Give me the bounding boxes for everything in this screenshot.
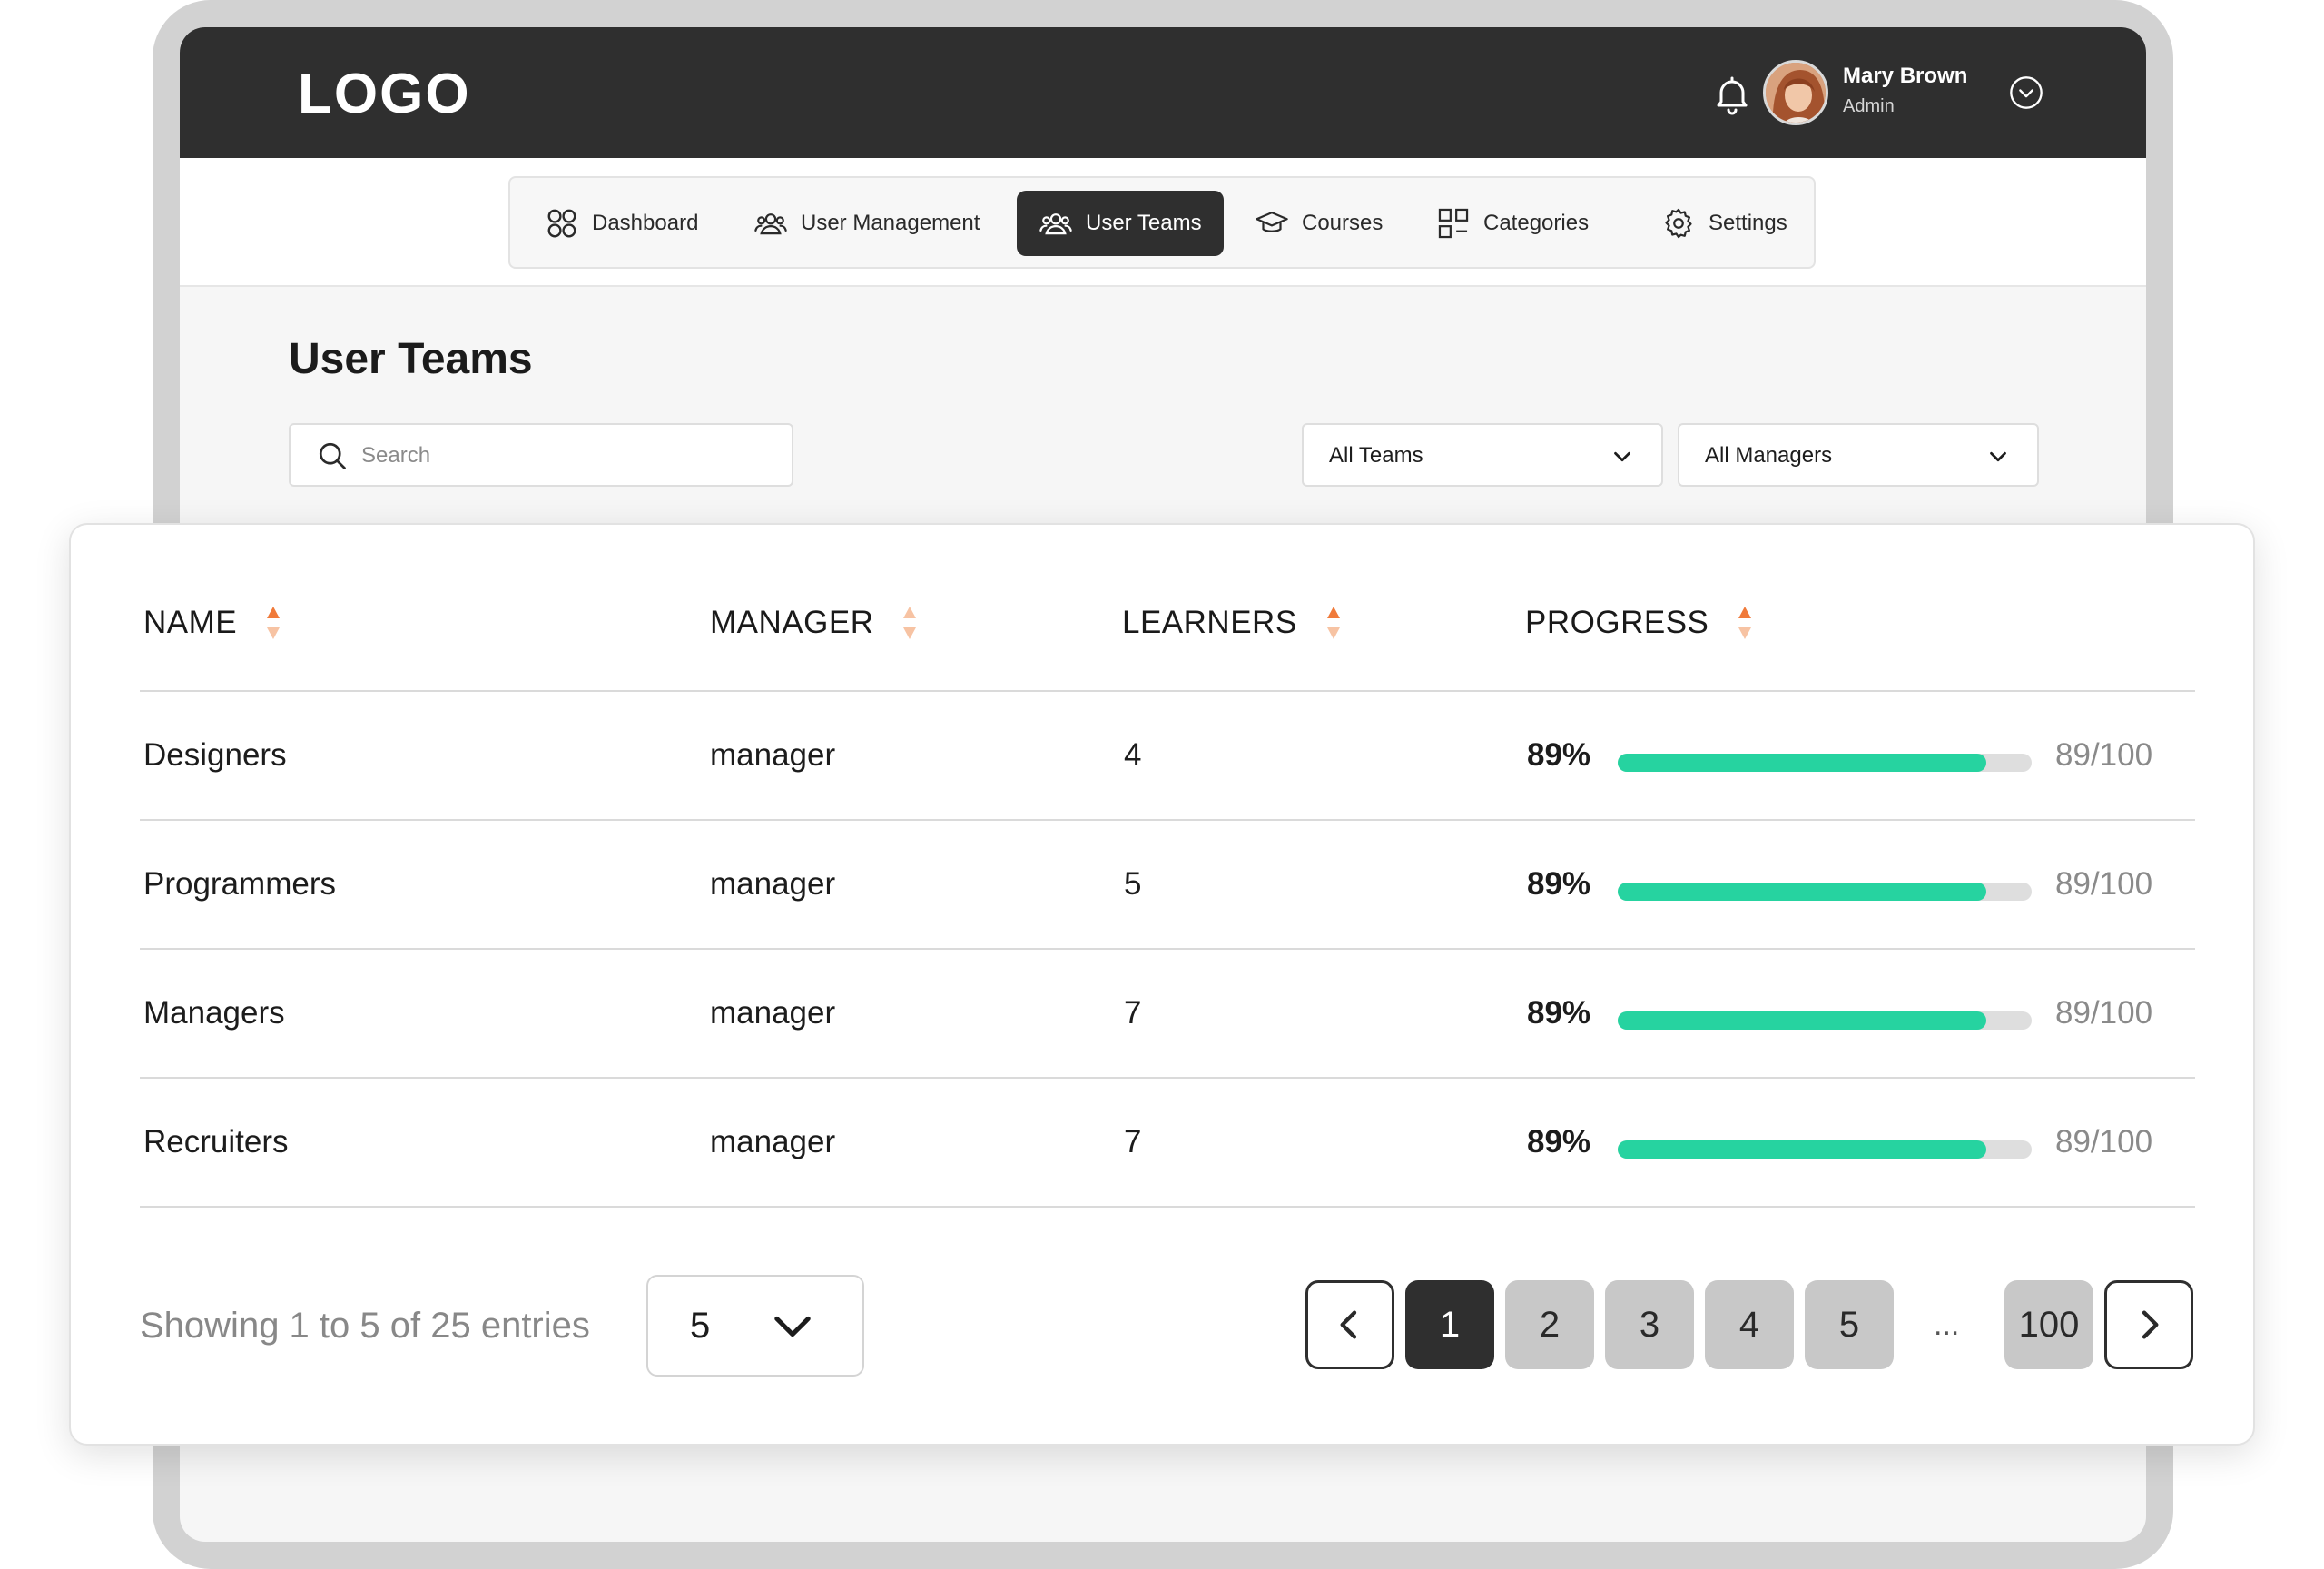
nav-item-label: Settings [1709,211,1787,235]
team-name: Managers [143,995,285,1031]
nav-item-settings[interactable]: Settings [1640,191,1809,256]
page-button-1[interactable]: 1 [1405,1280,1494,1369]
progress-ratio: 89/100 [2055,995,2153,1031]
grid-icon [1438,208,1469,239]
user-name: Mary Brown [1843,64,1968,88]
page-button-last[interactable]: 100 [2004,1280,2093,1369]
prev-page-button[interactable] [1305,1280,1394,1369]
team-learners: 7 [1124,1124,1142,1159]
progress-bar-fill [1618,1011,1986,1030]
per-page-select[interactable]: 5 [646,1275,864,1377]
chevron-down-icon [1990,451,2006,462]
user-role: Admin [1843,96,1895,116]
dashboard-icon [547,209,576,238]
avatar[interactable] [1763,60,1828,125]
team-name: Designers [143,737,287,773]
chevron-down-icon [774,1316,811,1337]
managers-filter-select[interactable]: All Managers [1678,423,2039,487]
pagination-ellipsis: ... [1934,1308,1960,1342]
nav-item-label: User Management [801,211,980,235]
progress-bar [1618,754,2032,772]
managers-filter-value: All Managers [1705,443,1833,468]
per-page-value: 5 [690,1306,711,1346]
progress-bar [1618,883,2032,901]
column-header-label: LEARNERS [1122,605,1297,640]
column-header-learners[interactable]: LEARNERS [1122,603,1343,643]
next-page-button[interactable] [2104,1280,2193,1369]
avatar-image [1766,63,1826,123]
top-bar: LOGO Mary Brown Admin [180,27,2146,158]
table-divider [140,1206,2195,1208]
page-button-2[interactable]: 2 [1505,1280,1594,1369]
entries-summary: Showing 1 to 5 of 25 entries [140,1306,590,1346]
page-title: User Teams [289,335,533,383]
column-header-manager[interactable]: MANAGER [710,603,919,643]
teams-filter-value: All Teams [1329,443,1423,468]
nav-item-user-management[interactable]: User Management [732,191,1001,256]
nav-bar: Dashboard User Management User Teams Cou… [180,158,2146,287]
bell-icon[interactable] [1710,73,1754,116]
nav-item-courses[interactable]: Courses [1233,191,1404,256]
nav-item-dashboard[interactable]: Dashboard [523,191,720,256]
sort-icon[interactable] [901,603,919,643]
column-header-label: MANAGER [710,605,874,640]
search-box[interactable] [289,423,793,487]
progress-percent: 89% [1527,1124,1591,1159]
teams-table-card: NAME MANAGER LEARNERS PROGRESS Designers… [69,523,2255,1446]
graduation-cap-icon [1256,212,1288,232]
table-row[interactable]: Managers manager 7 89% 89/100 [71,950,2257,1079]
users-icon [1039,213,1072,235]
progress-ratio: 89/100 [2055,866,2153,902]
sort-icon[interactable] [264,603,282,643]
team-manager: manager [710,866,836,902]
progress-bar [1618,1011,2032,1030]
nav-item-user-teams[interactable]: User Teams [1017,191,1224,256]
team-manager: manager [710,1124,836,1159]
nav-item-label: Dashboard [592,211,699,235]
chevron-down-circle-icon[interactable] [2008,74,2044,111]
users-icon [754,213,787,235]
progress-percent: 89% [1527,737,1591,773]
progress-bar [1618,1140,2032,1159]
chevron-left-icon [1340,1310,1357,1339]
column-header-label: NAME [143,605,238,640]
team-learners: 4 [1124,737,1142,773]
gear-icon [1665,208,1692,239]
chevron-down-icon [1614,451,1630,462]
progress-bar-fill [1618,883,1986,901]
nav-item-label: User Teams [1086,211,1202,235]
column-header-progress[interactable]: PROGRESS [1525,603,1754,643]
main-nav: Dashboard User Management User Teams Cou… [508,176,1816,269]
nav-item-label: Courses [1302,211,1384,235]
progress-ratio: 89/100 [2055,737,2153,773]
team-manager: manager [710,737,836,773]
sort-icon[interactable] [1324,603,1343,643]
search-input[interactable] [361,438,761,474]
progress-ratio: 89/100 [2055,1124,2153,1159]
logo: LOGO [298,63,471,125]
chevron-right-icon [2142,1310,2159,1339]
progress-bar-fill [1618,754,1986,772]
sort-icon[interactable] [1736,603,1754,643]
table-row[interactable]: Recruiters manager 7 89% 89/100 [71,1079,2257,1208]
team-learners: 7 [1124,995,1142,1031]
progress-bar-fill [1618,1140,1986,1159]
progress-percent: 89% [1527,995,1591,1031]
table-row[interactable]: Programmers manager 5 89% 89/100 [71,821,2257,950]
team-name: Recruiters [143,1124,289,1159]
page-button-4[interactable]: 4 [1705,1280,1794,1369]
team-name: Programmers [143,866,336,902]
column-header-name[interactable]: NAME [143,603,282,643]
nav-item-label: Categories [1483,211,1590,235]
team-manager: manager [710,995,836,1031]
team-learners: 5 [1124,866,1142,902]
table-row[interactable]: Designers manager 4 89% 89/100 [71,692,2257,821]
progress-percent: 89% [1527,866,1591,902]
teams-filter-select[interactable]: All Teams [1302,423,1663,487]
search-icon [319,442,346,469]
page-button-5[interactable]: 5 [1805,1280,1894,1369]
page-button-3[interactable]: 3 [1605,1280,1694,1369]
nav-item-categories[interactable]: Categories [1414,191,1610,256]
column-header-label: PROGRESS [1525,605,1709,640]
